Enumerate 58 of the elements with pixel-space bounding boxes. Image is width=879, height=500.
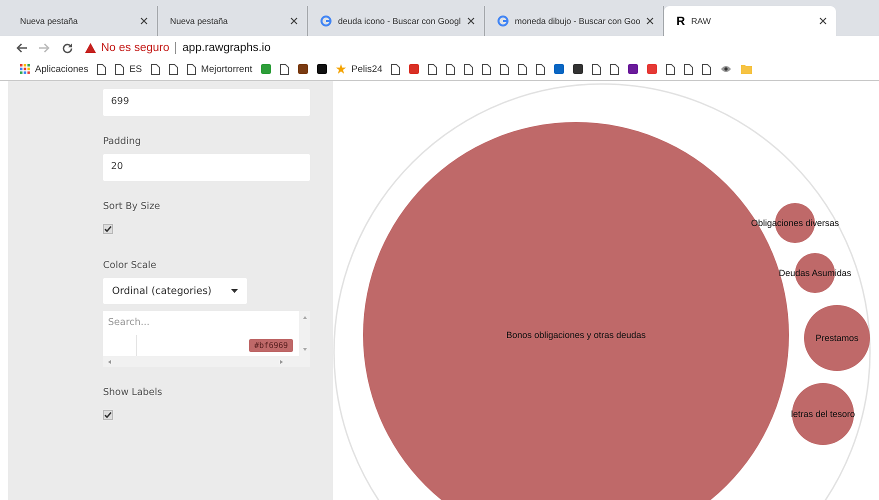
close-icon[interactable] <box>140 17 148 25</box>
star-icon <box>336 64 346 74</box>
page-icon <box>482 64 492 74</box>
apps-grid-icon <box>20 64 30 74</box>
eye-icon <box>720 65 732 73</box>
page-icon <box>446 64 456 74</box>
page-icon <box>391 64 400 74</box>
page-icon <box>500 64 510 74</box>
warning-icon <box>85 43 96 53</box>
browser-tab[interactable]: Nueva pestaña <box>158 6 308 36</box>
page-icon <box>464 64 474 74</box>
page-icon <box>592 64 602 74</box>
bubble <box>804 305 870 371</box>
bookmark[interactable]: ES <box>115 64 142 74</box>
page-icon <box>702 64 712 74</box>
browser-tab[interactable]: deuda icono - Buscar con Googl <box>308 6 485 36</box>
page-icon <box>536 64 546 74</box>
close-icon[interactable] <box>646 17 654 25</box>
back-icon[interactable] <box>16 43 27 53</box>
browser-tab[interactable]: R RAW <box>664 6 836 36</box>
bubble <box>792 383 854 445</box>
bookmark[interactable]: Pelis24 <box>336 64 382 74</box>
page-icon <box>187 64 196 74</box>
field-label: Show Labels <box>103 387 164 398</box>
reload-icon[interactable] <box>62 42 73 54</box>
page-icon <box>666 64 676 74</box>
page-icon <box>115 64 124 74</box>
bubble-label: Bonos obligaciones y otras deudas <box>506 330 646 340</box>
google-icon <box>496 15 509 27</box>
page-icon <box>97 64 106 74</box>
text-input[interactable]: 20 <box>103 154 310 181</box>
page-icon <box>280 64 290 74</box>
text-input[interactable]: 699 <box>103 89 310 116</box>
page-icon <box>610 64 620 74</box>
page-icon <box>151 64 160 74</box>
google-icon <box>320 15 332 27</box>
close-icon[interactable] <box>466 17 475 25</box>
page-icon <box>169 64 178 74</box>
checkbox[interactable] <box>103 410 113 420</box>
url-field[interactable]: app.rawgraphs.io <box>175 42 271 54</box>
bubble-label: Prestamos <box>816 333 858 343</box>
bookmark[interactable]: Mejortorrent <box>187 64 252 74</box>
checkbox[interactable] <box>103 224 113 234</box>
close-icon[interactable] <box>290 17 298 25</box>
dropdown[interactable]: Ordinal (categories) <box>103 278 247 304</box>
field-label: Padding <box>103 136 142 147</box>
caret-icon <box>231 289 238 293</box>
security-warning[interactable]: No es seguro <box>101 42 170 54</box>
folder-icon <box>741 64 752 74</box>
page-icon <box>684 64 694 74</box>
browser-tab[interactable]: Nueva pestaña <box>8 6 158 36</box>
field-label: Sort By Size <box>103 201 162 212</box>
bookmark[interactable]: Aplicaciones <box>20 64 88 74</box>
page-icon <box>428 64 438 74</box>
field-label: Color Scale <box>103 260 158 271</box>
page-icon <box>518 64 528 74</box>
site-logo: R <box>676 14 686 28</box>
close-icon[interactable] <box>819 17 828 25</box>
